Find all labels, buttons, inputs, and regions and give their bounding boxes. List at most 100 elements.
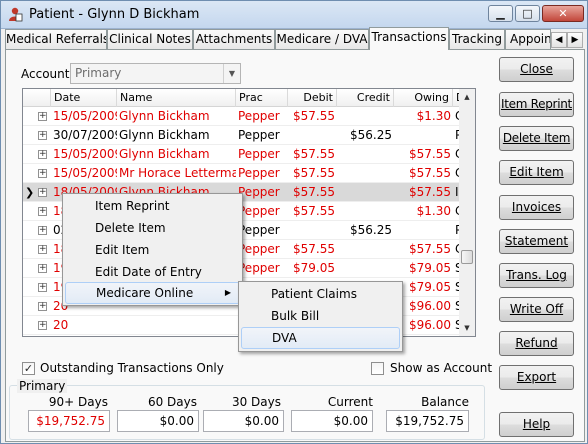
cell-name: Mr Horace Letterman <box>119 166 236 180</box>
expand-row-icon[interactable]: + <box>38 283 47 292</box>
cell-prac: Pepper <box>238 166 280 180</box>
show-as-account-checkbox[interactable] <box>371 362 384 375</box>
row-pointer-icon: ❯ <box>25 186 35 199</box>
menu-edit-date-of-entry[interactable]: Edit Date of Entry <box>65 261 240 283</box>
cell-prac: Pepper <box>238 109 280 123</box>
label-30-days: 30 Days <box>231 395 281 409</box>
cell-name: Glynn Bickham <box>119 128 210 142</box>
table-row[interactable]: +15/05/2009 Glynn Bickham Pepper $57.55 $57.… <box>23 145 463 164</box>
expand-row-icon[interactable]: + <box>38 321 47 330</box>
title-bar[interactable]: Patient - Glynn D Bickham ▁ □ ✕ <box>1 1 587 29</box>
header-credit[interactable]: Credit <box>337 89 394 107</box>
tab-attachments[interactable]: Attachments <box>193 29 275 50</box>
chevron-down-icon[interactable]: ▼ <box>223 64 240 83</box>
close-window-button[interactable]: ✕ <box>542 5 584 22</box>
refund-button[interactable]: Refund <box>499 331 574 356</box>
cell-credit <box>337 145 394 164</box>
tab-scroll-left-icon[interactable]: ◀ <box>551 32 567 48</box>
item-reprint-button[interactable]: Item Reprint <box>499 92 574 117</box>
scroll-down-icon[interactable]: ▼ <box>459 320 475 336</box>
delete-item-button[interactable]: Delete Item <box>499 126 574 151</box>
statement-button[interactable]: Statement <box>499 229 574 254</box>
grid-scrollbar[interactable]: ▲ ▼ <box>459 88 476 337</box>
submenu-dva[interactable]: DVA <box>241 327 400 349</box>
label-balance: Balance <box>421 395 469 409</box>
cell-date: 20 <box>53 318 69 332</box>
menu-item-reprint[interactable]: Item Reprint <box>65 195 240 217</box>
expand-row-icon[interactable]: + <box>38 207 47 216</box>
header-prac[interactable]: Prac <box>236 89 288 107</box>
cell-debit: $57.55 <box>293 242 335 256</box>
expand-row-icon[interactable]: + <box>38 150 47 159</box>
cell-name: Glynn Bickham <box>119 147 210 161</box>
value-current: $0.00 <box>291 410 373 432</box>
cell-owing: $1.30 <box>416 109 451 123</box>
expand-row-icon[interactable]: + <box>38 264 47 273</box>
menu-edit-item[interactable]: Edit Item <box>65 239 240 261</box>
expand-row-icon[interactable]: + <box>38 226 47 235</box>
table-row[interactable]: +15/05/2009 Glynn Bickham Pepper $57.55 $1.3… <box>23 107 463 126</box>
scroll-thumb[interactable] <box>461 250 473 264</box>
help-button[interactable]: Help <box>499 412 574 437</box>
expand-row-icon[interactable]: + <box>38 188 47 197</box>
submenu-arrow-icon: ▶ <box>224 288 231 297</box>
cell-prac: Pepper <box>238 261 280 275</box>
outstanding-checkbox[interactable]: ✓ <box>22 362 35 375</box>
account-value: Primary <box>75 66 122 80</box>
tab-scroll-right-icon[interactable]: ▶ <box>567 32 583 48</box>
expand-row-icon[interactable]: + <box>38 169 47 178</box>
cell-debit <box>288 221 337 240</box>
cell-name: Glynn Bickham <box>117 335 236 336</box>
cell-debit: $57.55 <box>293 147 335 161</box>
expand-row-icon[interactable]: + <box>38 112 47 121</box>
tab-medicare-dva[interactable]: Medicare / DVA <box>275 29 369 50</box>
tab-tracking[interactable]: Tracking <box>449 29 505 50</box>
cell-date: 15/05/2009 <box>53 166 117 180</box>
cell-credit: $56.25 <box>350 223 392 237</box>
cell-date: 15/05/2009 <box>53 147 117 161</box>
trans-log-button[interactable]: Trans. Log <box>499 263 574 288</box>
edit-item-button[interactable]: Edit Item <box>499 160 574 185</box>
table-row[interactable]: +15/05/2009 Mr Horace Letterman Pepper $57.… <box>23 164 463 183</box>
label-current: Current <box>327 395 373 409</box>
tab-appointments[interactable]: Appoin <box>505 29 551 50</box>
patient-window: Patient - Glynn D Bickham ▁ □ ✕ Medical … <box>0 0 588 444</box>
minimize-button[interactable]: ▁ <box>488 5 513 22</box>
value-90-days: $19,752.75 <box>28 410 110 432</box>
maximize-button[interactable]: □ <box>515 5 540 22</box>
tab-transactions[interactable]: Transactions <box>369 27 449 50</box>
grid-header: Date Name Prac Debit Credit Owing D <box>23 89 475 107</box>
invoices-button[interactable]: Invoices <box>499 195 574 220</box>
cell-debit <box>288 126 337 145</box>
header-date[interactable]: Date <box>51 89 117 107</box>
cell-debit: $57.55 <box>293 204 335 218</box>
close-button[interactable]: Close <box>499 57 574 82</box>
cell-prac: Pepper <box>238 128 280 142</box>
cell-prac: Pepper <box>238 223 280 237</box>
expand-row-icon[interactable]: + <box>38 245 47 254</box>
menu-delete-item[interactable]: Delete Item <box>65 217 240 239</box>
export-button[interactable]: Export <box>499 365 574 390</box>
submenu-patient-claims[interactable]: Patient Claims <box>241 283 400 305</box>
write-off-button[interactable]: Write Off <box>499 297 574 322</box>
expand-row-icon[interactable]: + <box>38 302 47 311</box>
scroll-up-icon[interactable]: ▲ <box>459 89 475 105</box>
menu-medicare-online[interactable]: Medicare Online ▶ <box>65 282 240 304</box>
cell-prac: Pepper <box>238 147 280 161</box>
tab-medical-referrals[interactable]: Medical Referrals <box>5 29 107 50</box>
cell-name <box>117 316 236 335</box>
header-debit[interactable]: Debit <box>288 89 337 107</box>
cell-date: 20/05/2009 <box>51 335 117 336</box>
table-row[interactable]: +30/07/2009Glynn BickhamPepper$56.25P <box>23 126 462 145</box>
cell-debit: $57.55 <box>293 185 335 199</box>
expand-row-icon[interactable]: + <box>38 131 47 140</box>
submenu-bulk-bill[interactable]: Bulk Bill <box>241 305 400 327</box>
outstanding-label: Outstanding Transactions Only <box>40 361 224 375</box>
header-owing[interactable]: Owing <box>394 89 453 107</box>
account-select[interactable]: Primary ▼ <box>70 63 241 84</box>
header-name[interactable]: Name <box>117 89 236 107</box>
cell-owing: $57.55 <box>409 185 451 199</box>
summary-group-title: Primary <box>17 379 68 393</box>
cell-owing: $57.55 <box>409 147 451 161</box>
tab-clinical-notes[interactable]: Clinical Notes <box>107 29 193 50</box>
